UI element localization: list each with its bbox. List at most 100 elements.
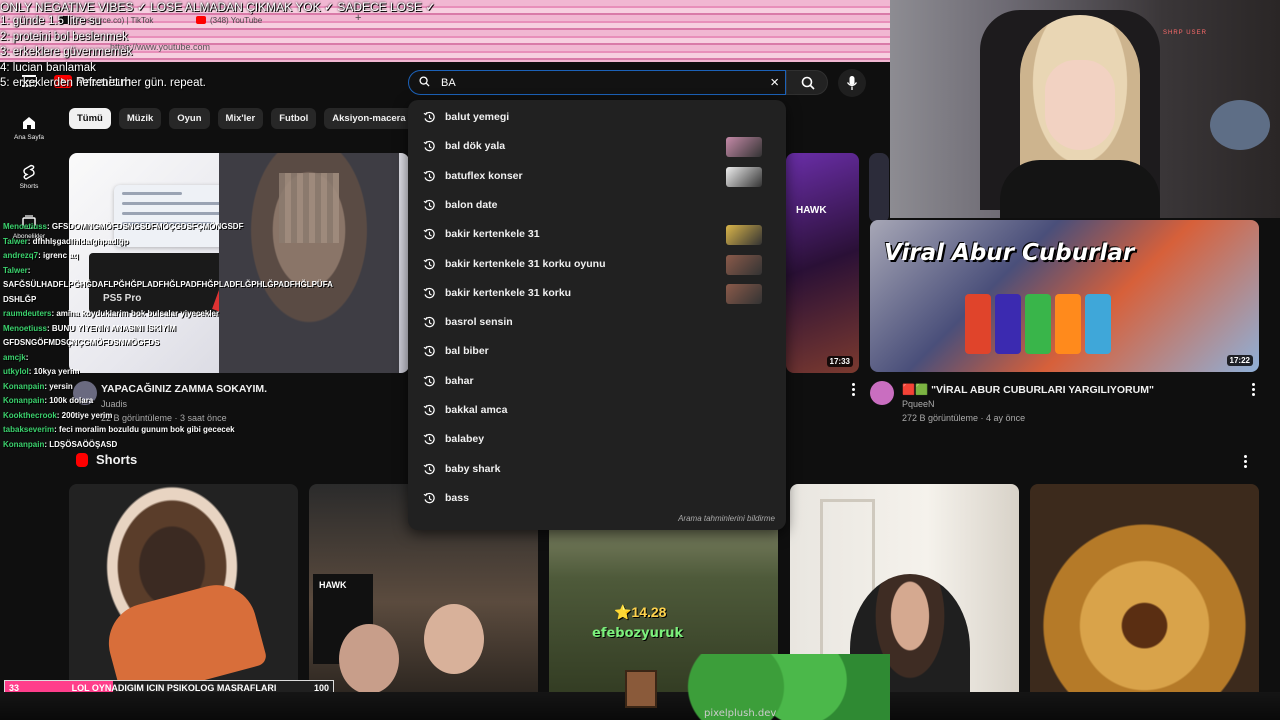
suggestion-thumbnail xyxy=(726,137,762,158)
pixel-avatar xyxy=(625,670,657,708)
suggestion-text: bass xyxy=(445,491,469,504)
shorts-icon xyxy=(76,452,88,467)
sidebar-item-label: Shorts xyxy=(19,183,39,190)
history-icon xyxy=(423,111,435,123)
channel-name[interactable]: PqueeN xyxy=(902,399,935,409)
overlay-rules-list: 1: günde 1.5 litre su 2: proteini bol be… xyxy=(0,14,206,92)
chip-gaming[interactable]: Oyun xyxy=(169,108,210,129)
suggestion-thumbnail xyxy=(726,166,762,187)
video-thumbnail[interactable]: HAWK 17:33 xyxy=(786,153,859,373)
suggestion-text: bahar xyxy=(445,374,474,387)
shorts-icon xyxy=(23,164,35,180)
rule-item: 4: lucian banlamak xyxy=(0,61,96,74)
suggestion-item[interactable]: batuflex konser xyxy=(408,162,786,191)
more-options-icon[interactable] xyxy=(852,383,856,397)
clear-search-icon[interactable]: × xyxy=(770,74,779,91)
more-options-icon[interactable] xyxy=(1252,383,1256,397)
chat-text: : yersin xyxy=(44,381,73,391)
video-thumbnail[interactable] xyxy=(869,153,889,223)
history-icon xyxy=(423,434,435,445)
sidebar-item-label: Ana Sayfa xyxy=(14,134,44,141)
report-predictions-link[interactable]: Arama tahminlerini bildirme xyxy=(678,514,775,523)
suggestion-thumbnail xyxy=(726,283,762,304)
history-icon xyxy=(423,404,435,416)
chat-text: : amina koyduklarim bok bulsalar yiyecek… xyxy=(51,309,220,318)
suggestion-item[interactable]: bakir kertenkele 31 korku oyunu xyxy=(408,250,786,279)
channel-name[interactable]: Juadis xyxy=(101,399,127,409)
section-title: Shorts xyxy=(96,452,138,467)
chat-text: : 10kya yerim xyxy=(28,367,80,376)
history-icon xyxy=(423,229,435,240)
short-card[interactable] xyxy=(1030,484,1259,720)
chat-username: amcjk xyxy=(3,352,26,362)
suggestion-text: bakir kertenkele 31 korku oyunu xyxy=(445,257,606,270)
voice-search-button[interactable] xyxy=(838,69,866,97)
pixel-bush xyxy=(670,654,890,720)
video-title[interactable]: 🟥🟩 "VİRAL ABUR CUBURLARI YARGILIYORUM" xyxy=(902,383,1154,396)
suggestion-item[interactable]: balabey xyxy=(408,425,786,454)
suggestion-text: bal dök yala xyxy=(445,140,506,153)
chat-message: utkylol: 10kya yerim xyxy=(3,367,79,377)
chat-username: andrezq7 xyxy=(3,251,39,260)
suggestion-item[interactable]: bass xyxy=(408,484,786,513)
chip-mixes[interactable]: Mix'ler xyxy=(217,108,264,129)
chat-username: tabakseverim xyxy=(3,425,55,434)
rule-item: 1: günde 1.5 litre su xyxy=(0,15,102,27)
username-tag: efebozyuruk xyxy=(592,626,684,641)
chat-message: Kookthecrook: 200tiye yerim xyxy=(3,411,112,421)
tab-youtube[interactable]: (348) YouTube xyxy=(196,12,262,28)
sidebar-item-shorts[interactable]: Shorts xyxy=(0,164,58,190)
chip-football[interactable]: Futbol xyxy=(271,108,317,129)
shorts-heading: Shorts xyxy=(76,452,137,467)
chat-username: raumdeuters xyxy=(3,309,52,318)
video-title[interactable]: YAPACAĞINIZ ZAMMA SOKAYIM. xyxy=(101,383,267,395)
suggestion-item[interactable]: bakkal amca xyxy=(408,396,786,425)
chat-username: Kookthecrook xyxy=(3,410,57,420)
chip-music[interactable]: Müzik xyxy=(118,108,162,129)
history-icon xyxy=(423,199,435,211)
search-box[interactable]: × xyxy=(408,70,786,95)
chat-message: amcjk: xyxy=(3,353,28,363)
more-options-icon[interactable] xyxy=(1244,455,1248,469)
rule-item: 5: erkeklerden nefret et. her gün. repea… xyxy=(0,77,206,89)
chat-message: Talwer: xyxy=(3,266,30,276)
chat-message: DSHLĞP xyxy=(3,295,36,305)
suggestion-item[interactable]: balut yemegi xyxy=(408,103,786,132)
home-icon xyxy=(23,117,35,129)
suggestion-item[interactable]: bakir kertenkele 31 korku xyxy=(408,279,786,308)
chip-all[interactable]: Tümü xyxy=(69,108,111,129)
thumb-text: PS5 Pro xyxy=(103,293,142,304)
chat-text: : 100k dolara xyxy=(44,396,94,405)
suggestion-item[interactable]: bal dök yala xyxy=(408,132,786,161)
chat-username: Talwer xyxy=(3,265,28,275)
suggestion-text: balabey xyxy=(445,433,485,446)
suggestion-thumbnail xyxy=(726,225,762,246)
search-icon xyxy=(801,76,815,90)
suggestion-item[interactable]: balon date xyxy=(408,191,786,220)
search-button[interactable] xyxy=(786,70,828,95)
chat-text: : feci moralim bozuldu gunum bok gibi ge… xyxy=(54,425,235,434)
search-input[interactable] xyxy=(441,74,761,92)
rule-item: 2: proteini bol beslenmek xyxy=(0,30,128,43)
suggestion-item[interactable]: bahar xyxy=(408,367,786,396)
chat-username: Talwer xyxy=(3,236,28,246)
pixelated-face xyxy=(279,173,339,243)
chat-username: Menoetiuss xyxy=(3,222,48,231)
suggestion-item[interactable]: bal biber xyxy=(408,337,786,366)
suggestion-text: batuflex konser xyxy=(445,169,523,182)
suggestion-item[interactable]: bakir kertenkele 31 xyxy=(408,220,786,249)
video-thumbnail[interactable]: Viral Abur Cuburlar 17:22 xyxy=(870,220,1259,372)
chat-text: GFDSNGÖFMDSÇNÇGMÖFDSNMÖGFDS xyxy=(3,338,160,347)
history-icon xyxy=(423,287,435,299)
chat-message: GFDSNGÖFMDSÇNÇGMÖFDSNMÖGFDS xyxy=(3,338,159,348)
history-icon xyxy=(423,141,435,152)
search-suggestions-dropdown: Arama tahminlerini bildirme balut yemegi… xyxy=(408,100,786,530)
chat-message: Talwer: dfhhlşgadfhldafghpadlğp xyxy=(3,237,129,247)
suggestion-item[interactable]: basrol sensin xyxy=(408,308,786,337)
suggestion-item[interactable]: baby shark xyxy=(408,455,786,484)
avatar[interactable] xyxy=(870,381,894,405)
sidebar-item-home[interactable]: Ana Sayfa xyxy=(0,115,58,141)
video-meta: 272 B görüntüleme · 4 ay önce xyxy=(902,413,1026,423)
streamer-body xyxy=(1000,160,1160,218)
history-icon xyxy=(423,346,435,357)
